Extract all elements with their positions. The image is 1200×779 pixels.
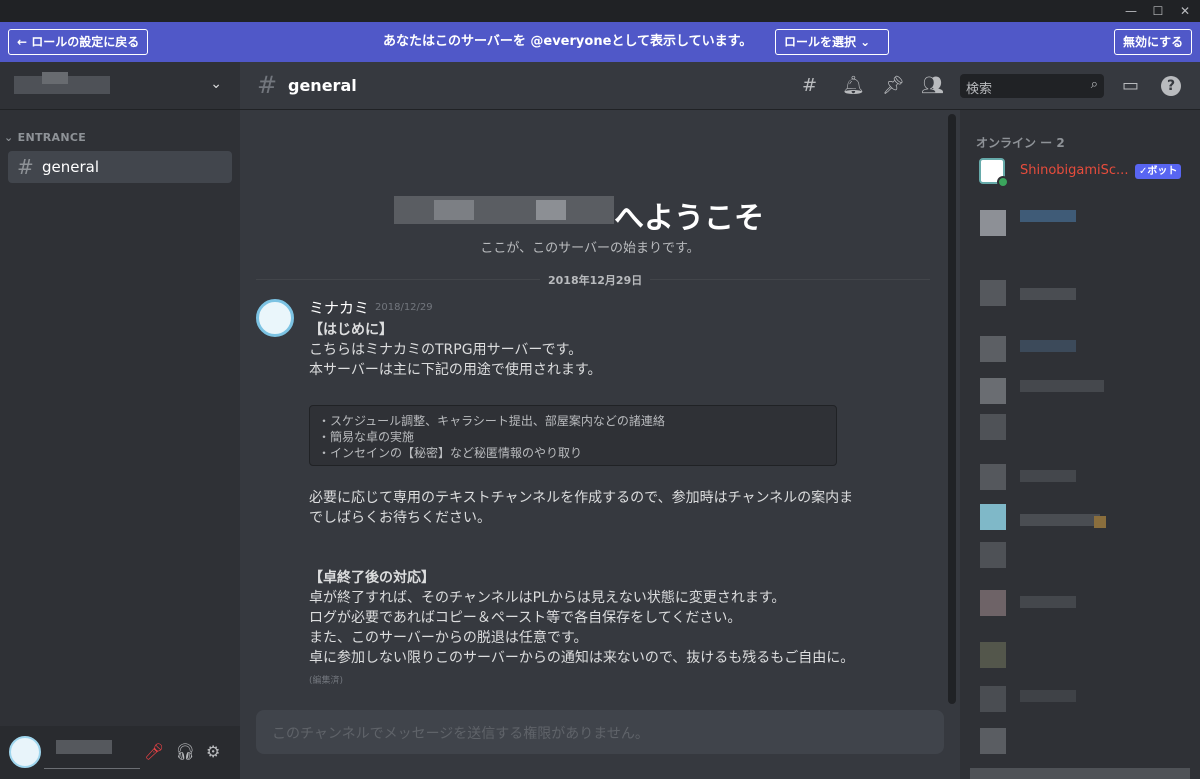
headphones-icon[interactable]: 🎧︎ xyxy=(175,742,195,761)
member-name-redacted xyxy=(1020,470,1076,482)
server-name-redacted xyxy=(394,196,614,224)
close-button[interactable]: ✕ xyxy=(1172,0,1198,22)
chevron-down-icon[interactable]: ⌄ xyxy=(210,76,222,92)
message-author[interactable]: ミナカミ xyxy=(309,297,369,318)
member-name-redacted xyxy=(1020,288,1076,300)
member-name-redacted xyxy=(1094,516,1106,528)
member-avatar-redacted xyxy=(980,210,1006,236)
member-name-redacted xyxy=(1020,380,1104,392)
disable-button[interactable]: 無効にする xyxy=(1114,29,1193,55)
message-line: 本サーバーは主に下記の用途で使用されます。 xyxy=(309,362,602,378)
message-line: こちらはミナカミのTRPG用サーバーです。 xyxy=(309,342,583,358)
search-input[interactable]: 検索 ⌕ xyxy=(960,74,1104,98)
avatar[interactable] xyxy=(9,736,41,768)
member-avatar-redacted xyxy=(980,686,1006,712)
member-row-redacted xyxy=(970,768,1190,779)
search-placeholder: 検索 xyxy=(966,82,993,97)
online-status-icon xyxy=(997,176,1009,188)
welcome-subtitle: ここが、このサーバーの始まりです。 xyxy=(480,241,700,256)
message-line: 【はじめに】 xyxy=(309,322,393,338)
sidebar-channel-general[interactable]: # general xyxy=(8,151,232,183)
member-avatar-redacted xyxy=(980,642,1006,668)
user-panel: 🎤︎ 🎧︎ ⚙ xyxy=(0,726,240,779)
minimize-button[interactable]: — xyxy=(1118,0,1144,22)
role-view-message: あなたはこのサーバーを @everyoneとして表示しています。 xyxy=(383,34,753,49)
hashtag-icon: # xyxy=(17,155,34,179)
edited-marker: (編集済) xyxy=(309,676,344,686)
message-input-placeholder: このチャンネルでメッセージを送信する権限がありません。 xyxy=(272,726,649,742)
message-line: 卓に参加しない限りこのサーバーからの通知は来ないので、抜けるも残るもご自由に。 xyxy=(309,650,855,666)
member-list: オンライン ー 2 ShinobigamiSc... ✓ボット xyxy=(960,110,1200,779)
category-label: ENTRANCE xyxy=(17,131,87,144)
channel-title: general xyxy=(288,76,357,95)
server-name-redacted xyxy=(42,72,68,84)
member-name[interactable]: ShinobigamiSc... xyxy=(1020,163,1134,178)
member-name-redacted xyxy=(1020,596,1076,608)
message-list: へようこそ ここが、このサーバーの始まりです。 2018年12月29日 ミナカミ… xyxy=(240,110,960,779)
member-group-header: オンライン ー 2 xyxy=(976,136,1065,150)
pin-icon[interactable]: 📌︎ xyxy=(882,75,905,96)
code-line: ・インセインの【秘密】など秘匿情報のやり取り xyxy=(318,446,583,460)
role-view-banner: ← ロールの設定に戻る あなたはこのサーバーを @everyoneとして表示して… xyxy=(0,22,1200,62)
username-underline xyxy=(44,768,140,769)
channel-label: general xyxy=(42,158,100,176)
code-block: ・スケジュール調整、キャラシート提出、部屋案内などの諸連絡 ・簡易な卓の実施 ・… xyxy=(309,405,837,466)
message-line: 【卓終了後の対応】 xyxy=(309,570,435,586)
back-to-role-settings-button[interactable]: ← ロールの設定に戻る xyxy=(8,29,149,55)
member-avatar-redacted xyxy=(980,378,1006,404)
member-avatar-redacted xyxy=(980,336,1006,362)
search-icon: ⌕ xyxy=(1090,77,1098,92)
channel-sidebar: ⌄ ⌄ ENTRANCE # general 🎤︎ 🎧︎ ⚙ xyxy=(0,62,240,779)
message-scrollbar[interactable] xyxy=(948,114,956,704)
member-name-redacted xyxy=(1020,690,1076,702)
message-timestamp: 2018/12/29 xyxy=(375,302,433,313)
mic-muted-icon[interactable]: 🎤︎ xyxy=(144,742,164,761)
username-redacted xyxy=(56,740,112,754)
server-name-redacted xyxy=(536,200,566,220)
category-chevron-icon: ⌄ xyxy=(4,131,18,144)
category-entrance[interactable]: ⌄ ENTRANCE xyxy=(4,131,86,144)
date-divider-label: 2018年12月29日 xyxy=(540,272,651,288)
gear-icon[interactable]: ⚙ xyxy=(206,742,220,761)
member-name-redacted xyxy=(1020,340,1076,352)
member-avatar-redacted xyxy=(980,280,1006,306)
message-line: 卓が終了すれば、そのチャンネルはPLからは見えない状態に変更されます。 xyxy=(309,590,786,606)
threads-icon[interactable]: # xyxy=(802,75,817,96)
message-line: でしばらくお待ちください。 xyxy=(309,510,491,526)
inbox-icon[interactable]: ▭ xyxy=(1122,75,1139,96)
message-line: 必要に応じて専用のテキストチャンネルを作成するので、参加時はチャンネルの案内ま xyxy=(309,490,854,506)
member-avatar-redacted xyxy=(980,728,1006,754)
hashtag-icon: # xyxy=(257,71,278,99)
bell-icon[interactable]: 🔔︎ xyxy=(842,75,865,96)
message-input: このチャンネルでメッセージを送信する権限がありません。 xyxy=(256,710,944,754)
member-avatar-redacted xyxy=(980,504,1006,530)
message-line: また、このサーバーからの脱退は任意です。 xyxy=(309,630,588,646)
window-titlebar: — ☐ ✕ xyxy=(0,0,1200,22)
help-icon[interactable]: ? xyxy=(1161,76,1181,96)
code-line: ・スケジュール調整、キャラシート提出、部屋案内などの諸連絡 xyxy=(318,414,665,428)
server-name-redacted xyxy=(434,200,474,220)
message-line: ログが必要であればコピー＆ペースト等で各自保存をしてください。 xyxy=(309,610,742,626)
members-icon[interactable]: 👥︎ xyxy=(921,75,944,96)
member-avatar-redacted xyxy=(980,414,1006,440)
avatar[interactable] xyxy=(256,299,294,337)
channel-header: # general # 🔔︎ 📌︎ 👥︎ 検索 ⌕ ▭ ? xyxy=(240,62,1200,110)
welcome-title: へようこそ xyxy=(614,201,764,236)
member-avatar-redacted xyxy=(980,542,1006,568)
code-line: ・簡易な卓の実施 xyxy=(318,430,415,444)
member-avatar-redacted xyxy=(980,590,1006,616)
maximize-button[interactable]: ☐ xyxy=(1145,0,1171,22)
member-name-redacted xyxy=(1020,210,1076,222)
member-name-redacted xyxy=(1020,514,1100,526)
member-avatar-redacted xyxy=(980,464,1006,490)
role-select-button[interactable]: ロールを選択 ⌄ xyxy=(775,29,889,55)
bot-badge: ✓ボット xyxy=(1135,164,1182,179)
server-header[interactable]: ⌄ xyxy=(0,62,240,110)
